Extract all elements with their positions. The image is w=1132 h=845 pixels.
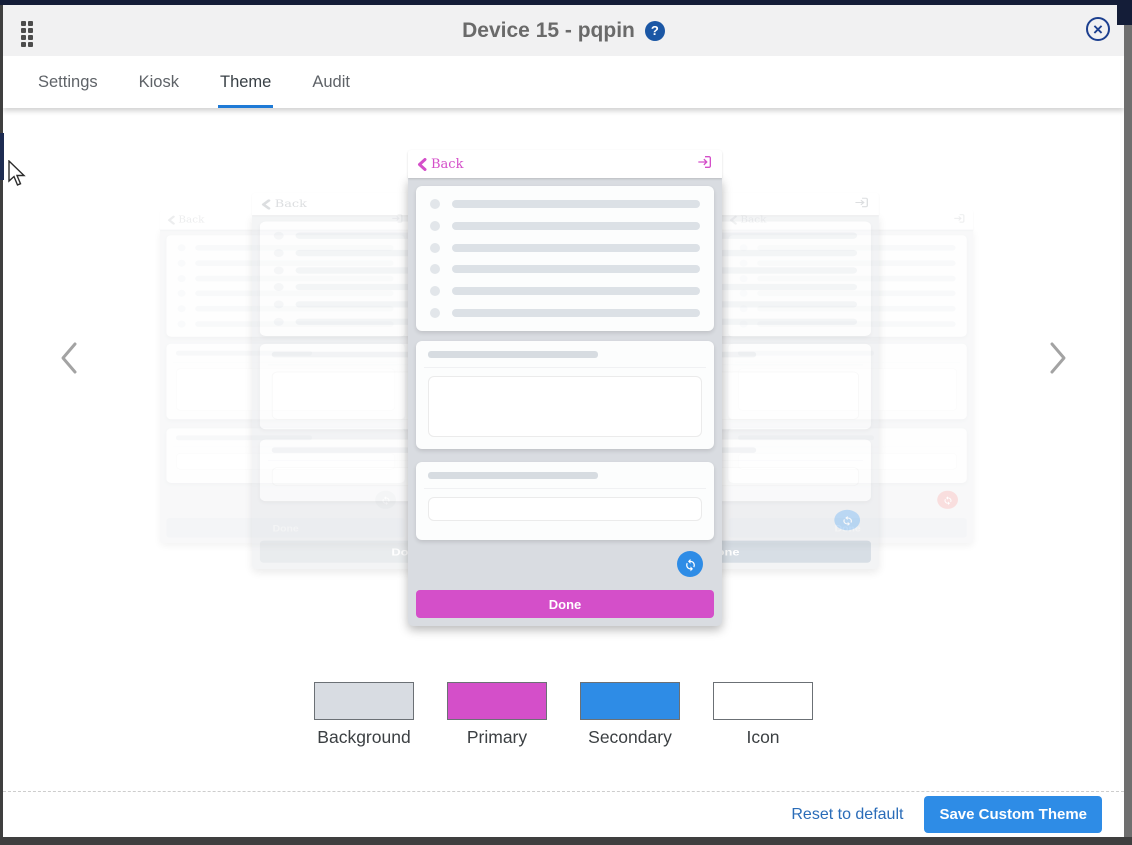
- close-icon[interactable]: ×: [1086, 17, 1110, 41]
- preview-list-card: [416, 186, 714, 331]
- title-help-icon[interactable]: ?: [645, 21, 665, 41]
- skeleton-dot: [274, 301, 284, 309]
- screen-edge-top: [0, 0, 1132, 5]
- swatch-label: Background: [317, 727, 410, 748]
- skeleton-label: [428, 472, 598, 479]
- skeleton-dot: [178, 321, 186, 328]
- refresh-icon: [937, 491, 958, 509]
- skeleton-dot: [178, 260, 186, 267]
- skeleton-bar: [452, 287, 700, 295]
- skeleton-row: [430, 286, 700, 296]
- swatch-group: Secondary: [580, 682, 680, 748]
- skeleton-row: [430, 221, 700, 231]
- page-title: Device 15 - pqpin: [462, 19, 635, 43]
- skeleton-dot: [430, 264, 440, 274]
- skeleton-bar: [452, 222, 700, 230]
- swatch-label: Icon: [746, 727, 779, 748]
- skeleton-row: [430, 199, 700, 209]
- skeleton-dot: [274, 232, 284, 240]
- skeleton-bar: [452, 265, 700, 273]
- preview-input-card: [416, 462, 714, 540]
- chevron-left-icon: [167, 215, 175, 224]
- chevron-left-icon: [417, 158, 427, 171]
- back-button: Back: [417, 157, 463, 172]
- preview-textarea-card: [416, 341, 714, 449]
- skeleton-row: [430, 308, 700, 318]
- screen-edge-left-highlight: [0, 133, 4, 180]
- screen-edge-right-top: [1117, 0, 1132, 25]
- tab-theme[interactable]: Theme: [218, 56, 273, 108]
- skeleton-dot: [430, 308, 440, 318]
- mouse-cursor: [7, 160, 27, 188]
- theme-tab-content: Back: [3, 108, 1124, 791]
- tab-settings[interactable]: Settings: [36, 56, 100, 108]
- modal-footer: Reset to default Save Custom Theme: [3, 791, 1124, 837]
- preview-textarea: [428, 376, 702, 437]
- divider: [424, 367, 706, 368]
- modal-title-row: Device 15 - pqpin ?: [3, 5, 1124, 56]
- skeleton-dot: [178, 275, 186, 282]
- skeleton-bar: [452, 309, 700, 317]
- color-swatch-background[interactable]: [314, 682, 414, 720]
- back-button: Back: [261, 198, 307, 210]
- skeleton-dot: [430, 221, 440, 231]
- chevron-left-icon: [261, 199, 271, 209]
- skeleton-dot: [178, 305, 186, 312]
- skeleton-dot: [430, 243, 440, 253]
- swatch-group: Primary: [447, 682, 547, 748]
- skeleton-dot: [430, 199, 440, 209]
- refresh-icon: [677, 551, 703, 577]
- back-button: Back: [167, 215, 204, 226]
- skeleton-dot: [178, 290, 186, 297]
- color-swatch-primary[interactable]: [447, 682, 547, 720]
- preview-header: Back: [408, 150, 722, 178]
- skeleton-dot: [430, 286, 440, 296]
- refresh-icon: [834, 510, 860, 531]
- theme-preset-preview-center[interactable]: Back: [408, 150, 722, 555]
- theme-preview-carousel: Back: [3, 108, 1124, 578]
- skeleton-dot: [274, 318, 284, 326]
- tab-kiosk[interactable]: Kiosk: [137, 56, 181, 108]
- swatch-label: Secondary: [588, 727, 672, 748]
- preview-input: [428, 497, 702, 521]
- swatch-group: Icon: [713, 682, 813, 748]
- swatch-group: Background: [314, 682, 414, 748]
- skeleton-dot: [178, 244, 186, 251]
- skeleton-bar: [452, 244, 700, 252]
- skeleton-row: [430, 264, 700, 274]
- reset-to-default-link[interactable]: Reset to default: [791, 806, 903, 824]
- screen-edge-right: [1124, 5, 1132, 845]
- skeleton-label: [428, 351, 598, 358]
- sign-in-icon: [953, 212, 966, 227]
- color-swatch-secondary[interactable]: [580, 682, 680, 720]
- skeleton-dot: [274, 249, 284, 257]
- swatch-label: Primary: [467, 727, 527, 748]
- tab-bar: Settings Kiosk Theme Audit: [3, 56, 1124, 108]
- skeleton-dot: [274, 266, 284, 274]
- carousel-next-chevron-icon[interactable]: [1036, 333, 1080, 383]
- sign-in-icon: [854, 196, 870, 213]
- sign-in-icon: [697, 154, 713, 175]
- color-swatch-icon[interactable]: [713, 682, 813, 720]
- modal-header: Device 15 - pqpin ? ×: [3, 5, 1124, 56]
- preview-refresh-row: [416, 540, 714, 577]
- screen-edge-left: [0, 5, 3, 845]
- skeleton-row: [430, 243, 700, 253]
- divider: [424, 488, 706, 489]
- preview-frame: Back: [408, 150, 722, 555]
- skeleton-bar: [452, 200, 700, 208]
- theme-color-swatches: Background Primary Secondary Icon: [3, 682, 1124, 748]
- tab-audit[interactable]: Audit: [310, 56, 352, 108]
- skeleton-dot: [274, 283, 284, 291]
- preview-body: Done: [408, 178, 722, 626]
- carousel-prev-chevron-icon[interactable]: [47, 333, 91, 383]
- screen-edge-bottom: [0, 837, 1132, 845]
- done-button: Done: [416, 590, 714, 618]
- save-custom-theme-button[interactable]: Save Custom Theme: [924, 796, 1102, 833]
